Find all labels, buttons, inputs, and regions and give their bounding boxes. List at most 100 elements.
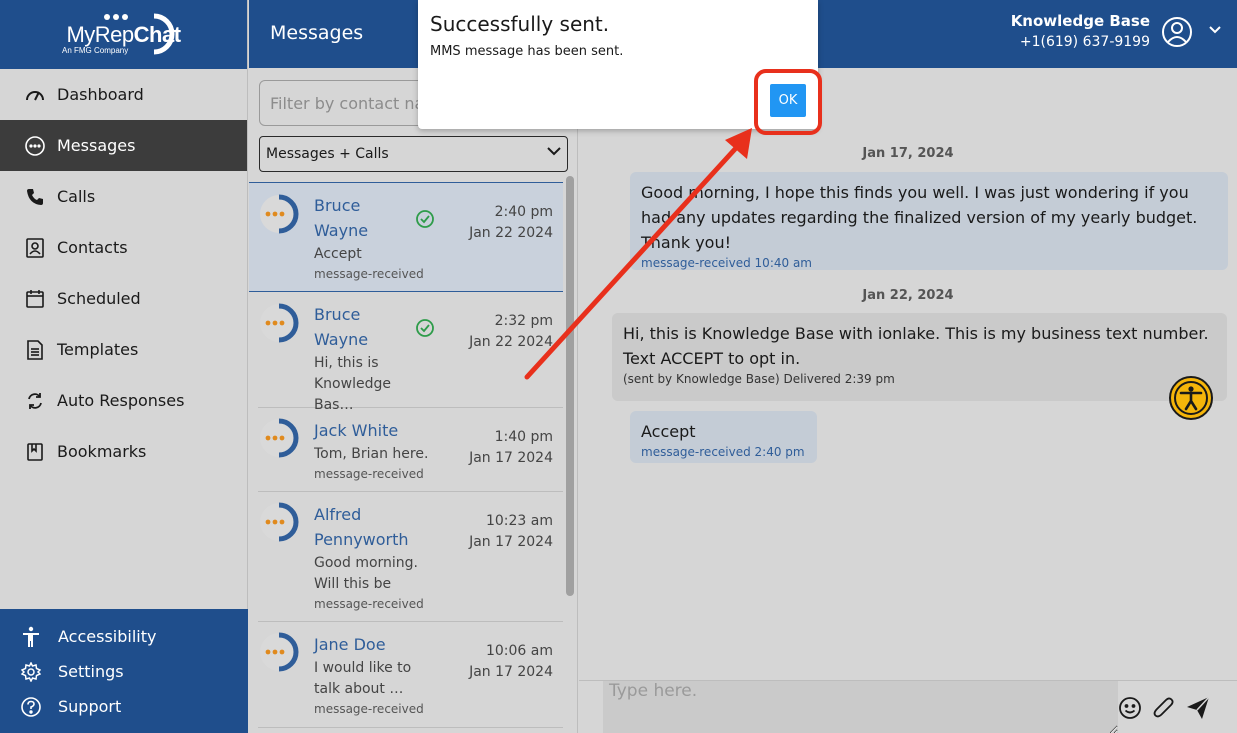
message-composer bbox=[579, 680, 1237, 733]
sidebar-nav: Dashboard Messages Calls Contacts Schedu… bbox=[0, 69, 247, 477]
sidebar-item-label: Dashboard bbox=[57, 85, 144, 104]
date-separator: Jan 22, 2024 bbox=[862, 288, 954, 303]
emoji-icon[interactable] bbox=[1117, 695, 1143, 721]
account-name: Knowledge Base bbox=[1010, 12, 1150, 30]
contact-name: Jane Doe bbox=[314, 635, 386, 654]
conversation-item[interactable]: Jack White Tom, Brian here. message-rece… bbox=[258, 408, 563, 492]
logo-dots bbox=[104, 14, 128, 20]
chevron-down-icon[interactable] bbox=[1209, 26, 1221, 34]
message-meta: (sent by Knowledge Base) Delivered 2:39 … bbox=[623, 372, 895, 386]
dialog-message: MMS message has been sent. bbox=[430, 44, 624, 59]
phone-icon bbox=[24, 186, 46, 208]
sidebar-item-label: Support bbox=[58, 697, 122, 716]
dashboard-gauge-icon bbox=[24, 84, 46, 106]
sidebar-item-label: Accessibility bbox=[58, 627, 157, 646]
contact-avatar-icon bbox=[260, 502, 299, 542]
page-title: Messages bbox=[270, 22, 364, 44]
sidebar-item-label: Messages bbox=[57, 136, 136, 155]
document-icon bbox=[24, 339, 46, 361]
send-paper-plane-icon[interactable] bbox=[1185, 695, 1211, 721]
sidebar-item-label: Contacts bbox=[57, 238, 128, 257]
message-preview: Tom, Brian here. bbox=[314, 446, 429, 462]
sidebar-item-templates[interactable]: Templates bbox=[0, 324, 247, 375]
ok-button[interactable]: OK bbox=[770, 84, 806, 117]
message-type-select[interactable]: Messages + Calls bbox=[259, 136, 568, 172]
sidebar-item-support[interactable]: Support bbox=[0, 689, 248, 724]
sidebar-item-label: Settings bbox=[58, 662, 124, 681]
logo-arc-icon bbox=[153, 13, 175, 55]
app-root: MyRepChat An FMG Company Dashboard Messa… bbox=[0, 0, 1237, 733]
bookmark-icon bbox=[24, 441, 46, 463]
sidebar-item-contacts[interactable]: Contacts bbox=[0, 222, 247, 273]
conversation-list-pane: Messages + Calls Bruce Wayne Accept mess… bbox=[249, 68, 578, 733]
sidebar-item-accessibility[interactable]: Accessibility bbox=[0, 619, 248, 654]
message-timestamp: 1:40 pm Jan 17 2024 bbox=[469, 429, 553, 466]
contact-name: Alfred Pennyworth bbox=[314, 505, 409, 549]
contact-name: Jack White bbox=[314, 421, 399, 440]
check-circle-icon bbox=[416, 210, 434, 228]
dialog-title: Successfully sent. bbox=[430, 12, 610, 36]
message-bubble-received: Good morning, I hope this finds you well… bbox=[630, 172, 1228, 270]
message-status: message-received bbox=[314, 597, 424, 611]
sidebar-item-label: Scheduled bbox=[57, 289, 141, 308]
message-text: Good morning, I hope this finds you well… bbox=[641, 183, 1198, 252]
sidebar-item-scheduled[interactable]: Scheduled bbox=[0, 273, 247, 324]
conversation-item[interactable]: Bruce Wayne Accept message-received 2:40… bbox=[249, 182, 563, 292]
message-timestamp: 10:23 am Jan 17 2024 bbox=[469, 513, 553, 550]
paperclip-attach-icon[interactable] bbox=[1151, 695, 1177, 721]
sidebar-item-calls[interactable]: Calls bbox=[0, 171, 247, 222]
contact-card-icon bbox=[24, 237, 46, 259]
sidebar-footer: Accessibility Settings Support bbox=[0, 609, 248, 733]
list-scrollbar[interactable] bbox=[566, 176, 574, 596]
sidebar-item-auto-responses[interactable]: Auto Responses bbox=[0, 375, 247, 426]
date-separator: Jan 17, 2024 bbox=[862, 146, 954, 161]
brand-tagline: An FMG Company bbox=[62, 46, 129, 55]
message-preview: Hi, this is Knowledge Bas… bbox=[314, 355, 391, 413]
message-status: message-received bbox=[314, 267, 424, 281]
contact-avatar-icon bbox=[260, 303, 299, 343]
contact-name: Bruce Wayne bbox=[314, 196, 369, 240]
conversation-item[interactable]: Alfred Pennyworth Good morning. Will thi… bbox=[258, 492, 563, 622]
message-preview: Good morning. Will this be rolle… bbox=[314, 555, 419, 592]
chevron-down-icon bbox=[547, 147, 561, 156]
account-info[interactable]: Knowledge Base +1(619) 637-9199 bbox=[1011, 12, 1150, 50]
accessibility-widget-icon[interactable] bbox=[1168, 375, 1214, 421]
user-avatar-icon[interactable] bbox=[1161, 16, 1193, 48]
sidebar-item-label: Templates bbox=[57, 340, 139, 359]
accessibility-person-icon bbox=[20, 626, 42, 648]
message-bubble-sent: Hi, this is Knowledge Base with ionlake.… bbox=[612, 313, 1227, 401]
question-circle-icon bbox=[20, 696, 42, 718]
message-timestamp: 2:40 pm Jan 22 2024 bbox=[469, 204, 553, 241]
calendar-icon bbox=[24, 288, 46, 310]
conversation-item[interactable]: Jane Doe I would like to talk about … me… bbox=[258, 622, 563, 728]
chat-pane: Jan 17, 2024 Good morning, I hope this f… bbox=[579, 68, 1237, 733]
refresh-icon bbox=[24, 390, 46, 412]
chat-bubble-icon bbox=[24, 135, 46, 157]
conversation-list: Bruce Wayne Accept message-received 2:40… bbox=[249, 182, 563, 733]
sidebar-item-bookmarks[interactable]: Bookmarks bbox=[0, 426, 247, 477]
sidebar-item-settings[interactable]: Settings bbox=[0, 654, 248, 689]
message-text: Accept bbox=[641, 422, 696, 441]
sidebar-item-label: Auto Responses bbox=[57, 391, 185, 410]
select-value: Messages + Calls bbox=[266, 146, 389, 162]
sidebar-item-dashboard[interactable]: Dashboard bbox=[0, 69, 247, 120]
message-preview: I would like to talk about … bbox=[314, 660, 412, 697]
conversation-item[interactable]: Bruce Wayne Hi, this is Knowledge Bas… 2… bbox=[258, 292, 563, 413]
compose-message-input[interactable] bbox=[603, 681, 1118, 733]
message-bubble-received: Accept message-received 2:40 pm bbox=[630, 411, 817, 463]
message-preview: Accept bbox=[314, 246, 362, 262]
sidebar-item-label: Calls bbox=[57, 187, 96, 206]
sidebar-item-label: Bookmarks bbox=[57, 442, 147, 461]
message-status: message-received bbox=[314, 467, 424, 481]
contact-avatar-icon bbox=[260, 418, 299, 458]
contact-name: Bruce Wayne bbox=[314, 305, 369, 349]
message-text: Hi, this is Knowledge Base with ionlake.… bbox=[623, 324, 1209, 368]
sidebar-item-messages[interactable]: Messages bbox=[0, 120, 247, 171]
brand-logo[interactable]: MyRepChat An FMG Company bbox=[0, 0, 247, 69]
contact-avatar-icon bbox=[260, 632, 299, 672]
sidebar: MyRepChat An FMG Company Dashboard Messa… bbox=[0, 0, 248, 733]
contact-avatar-icon bbox=[260, 194, 299, 234]
success-dialog: Successfully sent. MMS message has been … bbox=[418, 0, 822, 135]
message-meta: message-received 2:40 pm bbox=[641, 445, 805, 459]
gear-icon bbox=[20, 661, 42, 683]
